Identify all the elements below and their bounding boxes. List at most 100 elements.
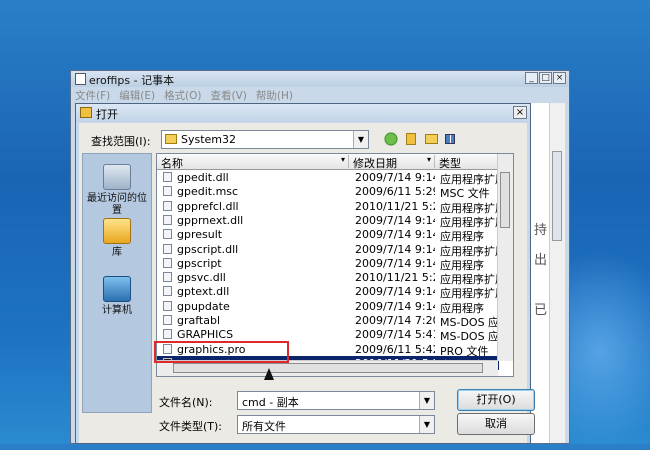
computer-icon <box>103 276 131 302</box>
notepad-text-fragment: 持 <box>534 223 548 238</box>
file-date-cell: 2009/7/14 5:41 <box>355 328 435 342</box>
file-icon <box>163 214 172 225</box>
open-button[interactable]: 打开(O) <box>457 389 535 411</box>
open-dialog: 打开 × 查找范围(I): System32 ▼ 最近访问的位置 库 计算机 名… <box>75 103 535 444</box>
file-name-cell: graftabl <box>177 314 221 327</box>
new-folder-icon[interactable] <box>423 131 439 147</box>
file-icon <box>163 229 172 240</box>
file-icon <box>163 243 172 254</box>
table-row[interactable]: gpprefcl.dll2010/11/21 5:29应用程序扩展 <box>157 199 500 215</box>
place-label: 库 <box>112 247 122 258</box>
file-name-cell: gptext.dll <box>177 285 230 299</box>
table-row[interactable]: gpedit.dll 2009/7/14 9:14 应用程序扩展 <box>157 170 500 186</box>
look-in-value: System32 <box>181 133 237 146</box>
menu-format[interactable]: 格式(O) <box>164 88 201 103</box>
notepad-scrollbar[interactable] <box>549 103 565 443</box>
recent-places-icon <box>103 164 131 190</box>
file-name-cell: gpscript.dll <box>177 242 239 256</box>
place-label: 计算机 <box>102 305 132 316</box>
file-date-cell: 2009/7/14 9:14 <box>355 285 435 299</box>
libraries-icon <box>103 218 131 244</box>
place-label: 最近访问的位置 <box>87 193 147 216</box>
place-libraries[interactable]: 库 <box>83 218 151 259</box>
file-type-label: 文件类型(T): <box>159 420 223 433</box>
file-list-vertical-scrollbar[interactable] <box>497 154 513 361</box>
file-name-cell: gpupdate <box>177 299 230 313</box>
cancel-button[interactable]: 取消 <box>457 413 535 435</box>
file-name-cell: gpprnext.dll <box>177 213 244 227</box>
chevron-down-icon[interactable]: ▼ <box>419 416 434 433</box>
table-row[interactable]: gpedit.msc 2009/6/11 5:29 MSC 文件 <box>157 184 499 200</box>
file-name-cell: gpsvc.dll <box>177 271 226 285</box>
file-name-cell: gpresult <box>177 228 223 242</box>
dialog-close-button[interactable]: × <box>513 106 527 119</box>
file-icon <box>163 200 172 211</box>
table-row[interactable]: GRAPHICS2009/7/14 5:41MS-DOS 应用程序 <box>157 327 500 343</box>
folder-icon <box>80 107 92 118</box>
column-date[interactable]: 修改日期 ▾ <box>349 155 435 170</box>
file-type-value: 所有文件 <box>242 420 286 433</box>
close-button[interactable]: × <box>553 72 566 84</box>
chevron-down-icon: ▾ <box>340 155 345 164</box>
file-icon <box>163 286 172 297</box>
file-icon <box>163 300 172 311</box>
menu-view[interactable]: 查看(V) <box>211 88 247 103</box>
file-icon <box>163 186 172 197</box>
table-row[interactable]: gpresult 2009/7/14 9:14 应用程序 <box>157 227 499 243</box>
minimize-button[interactable]: _ <box>525 72 538 84</box>
menu-edit[interactable]: 编辑(E) <box>119 88 155 103</box>
chevron-down-icon[interactable]: ▼ <box>353 131 368 148</box>
file-date-cell: 2009/7/14 9:14 <box>355 228 435 242</box>
table-row[interactable]: gptext.dll 2009/7/14 9:14 应用程序扩展 <box>157 284 500 300</box>
mouse-cursor-icon <box>264 368 274 380</box>
highlight-annotation <box>154 341 289 363</box>
back-icon[interactable] <box>383 131 399 147</box>
file-date-cell: 2009/7/14 9:14 <box>355 299 435 313</box>
notepad-text-fragment: 已 <box>534 303 548 318</box>
notepad-text-fragment: 出 <box>534 253 548 268</box>
table-row[interactable]: gpupdate 2009/7/14 9:14 应用程序 <box>157 299 499 315</box>
dialog-title: 打开 <box>96 108 118 121</box>
file-date-cell: 2010/11/21 5:29 <box>355 271 435 285</box>
file-icon <box>163 257 172 268</box>
file-list-hscroll-thumb[interactable] <box>173 363 483 373</box>
file-icon <box>163 172 172 182</box>
file-date-cell: 2009/7/14 9:14 <box>355 171 435 184</box>
table-row[interactable]: graftabl2009/7/14 7:20MS-DOS 应用程序 <box>157 313 500 329</box>
view-menu-icon[interactable] <box>443 131 465 147</box>
place-computer[interactable]: 计算机 <box>83 276 151 317</box>
up-folder-icon[interactable] <box>403 131 419 147</box>
place-recent[interactable]: 最近访问的位置 <box>83 164 151 217</box>
menu-file[interactable]: 文件(F) <box>75 88 110 103</box>
file-date-cell: 2009/7/14 7:20 <box>355 314 435 327</box>
file-name-value: cmd - 副本 <box>242 396 299 409</box>
table-row[interactable]: gpscript 2009/7/14 9:14 应用程序 <box>157 256 499 272</box>
dialog-title-bar[interactable]: 打开 × <box>76 104 530 122</box>
file-name-input[interactable]: cmd - 副本 ▼ <box>237 391 435 410</box>
file-name-cell: gpedit.msc <box>177 185 239 199</box>
notepad-title: eroffips - 记事本 <box>89 74 175 87</box>
table-row[interactable]: gpsvc.dll2010/11/21 5:29应用程序扩展 <box>157 270 500 286</box>
dialog-body: 查找范围(I): System32 ▼ 最近访问的位置 库 计算机 名称 ▾ 修… <box>79 123 535 443</box>
look-in-combo[interactable]: System32 ▼ <box>161 130 369 149</box>
menu-help[interactable]: 帮助(H) <box>256 88 293 103</box>
look-in-label: 查找范围(I): <box>91 135 151 148</box>
file-icon <box>163 272 172 283</box>
chevron-down-icon[interactable]: ▼ <box>419 392 434 409</box>
file-date-cell: 2009/7/14 9:14 <box>355 256 435 270</box>
file-name-cell: gpscript <box>177 256 222 270</box>
file-type-select[interactable]: 所有文件 ▼ <box>237 415 435 434</box>
folder-icon <box>165 134 177 144</box>
places-bar: 最近访问的位置 库 计算机 <box>82 153 152 413</box>
chevron-down-icon: ▾ <box>426 155 431 164</box>
column-name[interactable]: 名称 ▾ <box>157 155 349 170</box>
file-date-cell: 2009/7/14 9:14 <box>355 213 435 227</box>
file-list-scroll-thumb[interactable] <box>500 172 510 228</box>
table-row[interactable]: gpprnext.dll 2009/7/14 9:14 应用程序扩展 <box>157 213 500 229</box>
table-row[interactable]: gpscript.dll 2009/7/14 9:14 应用程序扩展 <box>157 242 500 258</box>
file-icon <box>163 315 172 325</box>
maximize-button[interactable]: □ <box>539 72 552 84</box>
notepad-scroll-thumb[interactable] <box>552 151 562 241</box>
notepad-title-bar[interactable]: eroffips - 记事本 _ □ × <box>71 71 569 87</box>
chevron-down-icon: ▾ <box>513 155 514 164</box>
